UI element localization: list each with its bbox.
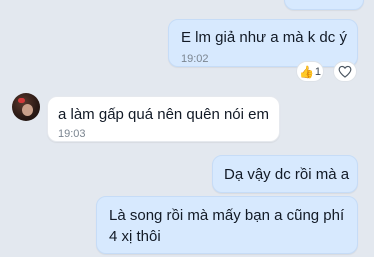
heart-outline-icon: [338, 65, 352, 78]
message-bubble-outgoing[interactable]: Dạ vậy dc rồi mà a: [212, 155, 358, 193]
message-text: Là song rồi mà mấy bạn a cũng phí 4 xị t…: [109, 207, 345, 245]
message-bubble-outgoing[interactable]: Dạ: [284, 0, 364, 10]
react-button[interactable]: [333, 61, 357, 82]
reaction-chip[interactable]: 👍 1: [296, 61, 324, 82]
message-time: 19:03: [58, 128, 86, 140]
message-bubble-outgoing[interactable]: E lm giả như a mà k dc ý 19:02: [168, 19, 358, 67]
reaction-count: 1: [314, 65, 322, 78]
message-text: a làm gấp quá nên quên nói em: [58, 106, 269, 123]
thumbs-up-icon: 👍: [298, 64, 314, 79]
avatar-face: [22, 104, 33, 116]
message-text: Dạ vậy dc rồi mà a: [224, 166, 350, 183]
message-bubble-incoming[interactable]: a làm gấp quá nên quên nói em 19:03: [47, 96, 280, 142]
avatar[interactable]: [12, 93, 40, 121]
message-text: Dạ: [291, 0, 310, 4]
message-time: 19:02: [181, 53, 209, 65]
message-bubble-outgoing[interactable]: Là song rồi mà mấy bạn a cũng phí 4 xị t…: [96, 196, 358, 254]
message-text: E lm giả như a mà k dc ý: [181, 29, 347, 46]
avatar-hat: [18, 98, 25, 103]
